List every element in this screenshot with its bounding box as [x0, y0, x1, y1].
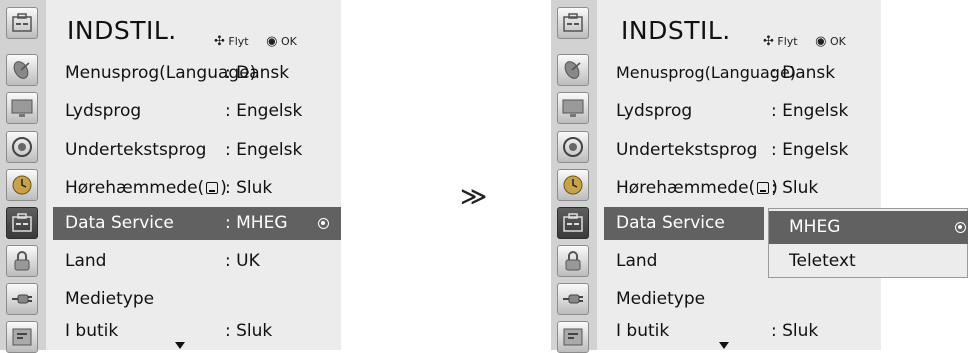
selected-radio-icon	[318, 218, 329, 229]
hint-ok-label: OK	[829, 35, 846, 48]
satellite-dish-icon[interactable]	[6, 54, 38, 86]
satellite-dish-icon[interactable]	[557, 54, 589, 86]
row-value: : MHEG	[225, 213, 288, 233]
row-value: : Engelsk	[225, 101, 303, 121]
row-value: : Sluk	[771, 321, 819, 341]
row-label: Land	[616, 251, 658, 271]
category-icon-column	[551, 0, 597, 353]
menu-row-hearing-impaired[interactable]: Hørehæmmede() : Sluk	[604, 172, 881, 205]
settings-menu-before: INDSTIL. ✣ Flyt ◉ OK Menusprog(Language)…	[0, 0, 341, 353]
scroll-down-arrow-icon[interactable]	[175, 342, 185, 349]
option-label: Teletext	[789, 251, 856, 271]
transition-chevron-icon: ≫	[460, 182, 488, 212]
options-icon[interactable]	[6, 207, 38, 239]
input-plug-icon[interactable]	[6, 283, 38, 315]
menu-row-hearing-impaired[interactable]: Hørehæmmede() : Sluk	[53, 172, 341, 205]
menu-row-media-type[interactable]: Medietype	[604, 283, 881, 316]
input-plug-icon[interactable]	[557, 283, 589, 315]
monitor-icon[interactable]	[6, 92, 38, 124]
menu-row-subtitle-language[interactable]: Undertekstsprog : Engelsk	[604, 134, 881, 167]
row-value: : Sluk	[225, 321, 273, 341]
row-label: Data Service	[616, 213, 725, 233]
options-icon[interactable]	[6, 7, 38, 39]
menu-title: INDSTIL.	[621, 16, 731, 45]
row-label: Undertekstsprog	[65, 140, 207, 160]
submenu-option-mheg[interactable]: MHEG	[769, 211, 968, 244]
row-value: : UK	[225, 251, 260, 271]
move-arrows-icon: ✣	[763, 34, 774, 49]
row-value: : Sluk	[771, 178, 819, 198]
support-icon[interactable]	[6, 321, 38, 353]
scroll-down-arrow-icon[interactable]	[719, 342, 729, 349]
row-label: Menusprog(Language)	[616, 63, 797, 82]
row-value: : Dansk	[771, 63, 836, 83]
move-arrows-icon: ✣	[214, 34, 225, 49]
navigation-hint: ✣ Flyt ◉ OK	[214, 34, 297, 49]
row-value: : Engelsk	[771, 140, 849, 160]
clock-icon[interactable]	[6, 169, 38, 201]
menu-row-store-mode[interactable]: I butik : Sluk	[604, 315, 881, 348]
row-label: Hørehæmmede()	[616, 178, 778, 198]
selected-radio-icon	[955, 222, 966, 233]
tv-icon	[206, 182, 219, 194]
row-label: I butik	[65, 321, 119, 341]
row-value: : Engelsk	[771, 101, 849, 121]
monitor-icon[interactable]	[557, 92, 589, 124]
menu-row-language[interactable]: Menusprog(Language) : Dansk	[53, 57, 341, 90]
category-icon-column	[0, 0, 46, 353]
tv-icon	[757, 182, 770, 194]
row-value: : Dansk	[225, 63, 290, 83]
speaker-icon[interactable]	[557, 131, 589, 163]
hint-ok-label: OK	[280, 35, 297, 48]
menu-row-data-service[interactable]: Data Service	[604, 207, 764, 240]
row-label: I butik	[616, 321, 670, 341]
settings-menu-after: INDSTIL. ✣ Flyt ◉ OK Menusprog(Language)…	[551, 0, 881, 353]
menu-row-data-service[interactable]: Data Service : MHEG	[53, 207, 341, 240]
menu-row-country[interactable]: Land : UK	[53, 245, 341, 278]
row-label: Lydsprog	[65, 101, 142, 121]
menu-row-language[interactable]: Menusprog(Language) : Dansk	[604, 57, 881, 90]
row-label: Hørehæmmede()	[65, 178, 227, 198]
speaker-icon[interactable]	[6, 131, 38, 163]
hint-move-label: Flyt	[228, 35, 249, 48]
options-icon[interactable]	[557, 207, 589, 239]
lock-icon[interactable]	[6, 245, 38, 277]
row-value: : Engelsk	[225, 140, 303, 160]
submenu-option-teletext[interactable]: Teletext	[769, 245, 968, 278]
row-label: Land	[65, 251, 107, 271]
menu-row-media-type[interactable]: Medietype	[53, 283, 341, 316]
support-icon[interactable]	[557, 321, 589, 353]
row-value: : Sluk	[225, 178, 273, 198]
menu-row-store-mode[interactable]: I butik : Sluk	[53, 315, 341, 348]
row-label: Lydsprog	[616, 101, 693, 121]
menu-title: INDSTIL.	[67, 16, 177, 45]
lock-icon[interactable]	[557, 245, 589, 277]
hint-move-label: Flyt	[777, 35, 798, 48]
menu-row-subtitle-language[interactable]: Undertekstsprog : Engelsk	[53, 134, 341, 167]
row-label: Medietype	[616, 289, 706, 309]
option-label: MHEG	[789, 217, 841, 237]
clock-icon[interactable]	[557, 169, 589, 201]
ok-button-icon: ◉	[266, 34, 278, 49]
row-label: Medietype	[65, 289, 155, 309]
row-label: Undertekstsprog	[616, 140, 758, 160]
data-service-submenu: MHEG Teletext	[768, 208, 968, 278]
row-label: Data Service	[65, 213, 174, 233]
menu-row-audio-language[interactable]: Lydsprog : Engelsk	[604, 95, 881, 128]
options-icon[interactable]	[557, 7, 589, 39]
navigation-hint: ✣ Flyt ◉ OK	[763, 34, 846, 49]
ok-button-icon: ◉	[815, 34, 827, 49]
menu-row-country[interactable]: Land	[604, 245, 764, 278]
menu-row-audio-language[interactable]: Lydsprog : Engelsk	[53, 95, 341, 128]
